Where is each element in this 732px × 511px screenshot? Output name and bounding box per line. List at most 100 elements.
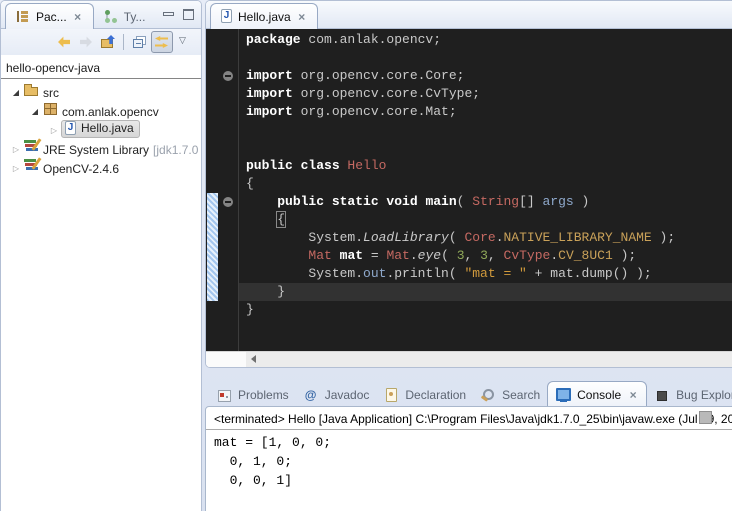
code-token: package	[246, 32, 301, 47]
folding-ruler[interactable]	[219, 29, 239, 351]
code-token: []	[519, 194, 542, 209]
tree-item-jre-system-library[interactable]: JRE System Library[jdk1.7.0	[1, 138, 201, 157]
tree-item-com-anlak-opencv[interactable]: com.anlak.opencv	[1, 100, 201, 119]
expand-twistie-icon[interactable]	[9, 141, 23, 155]
tab-declaration[interactable]: Declaration	[376, 384, 473, 406]
editor-body: package com.anlak.opencv; import org.open…	[206, 29, 732, 351]
close-icon[interactable]	[627, 388, 639, 402]
code-token: }	[246, 284, 285, 299]
code-line[interactable]	[239, 121, 732, 139]
terminate-button[interactable]	[699, 411, 712, 424]
tree-item-opencv-2-4-6[interactable]: OpenCV-2.4.6	[1, 157, 201, 176]
code-token: main	[425, 194, 456, 209]
console-output[interactable]: mat = [1, 0, 0; 0, 1, 0; 0, 0, 1]	[206, 430, 732, 490]
tab-console[interactable]: Console	[547, 381, 647, 406]
package-explorer-view: Pac... Ty... hello-opencv-java srccom.an…	[0, 0, 202, 511]
string-literal: "mat = "	[464, 266, 526, 281]
collapse-all-button[interactable]	[129, 32, 149, 52]
code-token: org.opencv.core.Core;	[293, 68, 465, 83]
collapse-twistie-icon[interactable]	[9, 84, 23, 98]
annotation-ruler[interactable]	[206, 29, 219, 351]
code-token: );	[652, 230, 675, 245]
code-token: NATIVE_LIBRARY_NAME	[504, 230, 652, 245]
code-line[interactable]: {	[239, 211, 732, 229]
code-token: )	[574, 194, 590, 209]
code-line[interactable]	[239, 139, 732, 157]
link-with-editor-button[interactable]	[151, 31, 173, 53]
console-line: 0, 0, 1]	[214, 471, 732, 490]
code-line[interactable]: import org.opencv.core.Mat;	[239, 103, 732, 121]
item-body: JRE System Library[jdk1.7.0	[23, 138, 198, 157]
expand-twistie-icon[interactable]	[9, 160, 23, 174]
horizontal-scrollbar[interactable]	[206, 351, 732, 367]
code-line[interactable]: import org.opencv.core.Core;	[239, 67, 732, 85]
code-token: org.opencv.core.Mat;	[293, 104, 457, 119]
code-token: mat	[340, 248, 363, 263]
forward-arrow-icon	[78, 34, 94, 50]
code-token: }	[246, 302, 254, 317]
code-token: System.	[246, 266, 363, 281]
tree-item-label: OpenCV-2.4.6	[43, 162, 119, 176]
tree-item-src[interactable]: src	[1, 81, 201, 100]
link-with-editor-icon	[154, 34, 170, 50]
tree-item-label: Hello.java	[81, 121, 134, 135]
tab-javadoc[interactable]: Javadoc	[296, 384, 377, 406]
eclipse-workbench: Pac... Ty... hello-opencv-java srccom.an…	[0, 0, 732, 511]
problems-icon	[216, 387, 232, 403]
code-token: System.	[246, 230, 363, 245]
tree-item-label: src	[43, 86, 59, 100]
code-token: CV_8UC1	[558, 248, 613, 263]
tree-item-label: JRE System Library	[43, 143, 149, 157]
close-icon[interactable]	[72, 10, 84, 24]
code-line[interactable]: public class Hello	[239, 157, 732, 175]
package-folder-icon	[23, 81, 39, 97]
project-root-label[interactable]: hello-opencv-java	[1, 59, 201, 79]
forward-button[interactable]	[76, 32, 96, 52]
code-line[interactable]: System.LoadLibrary( Core.NATIVE_LIBRARY_…	[239, 229, 732, 247]
go-into-icon	[100, 34, 116, 50]
code-token: import	[246, 104, 293, 119]
code-line[interactable]: import org.opencv.core.CvType;	[239, 85, 732, 103]
code-token: CvType	[504, 248, 551, 263]
fold-collapse-icon[interactable]	[223, 197, 233, 207]
minimize-icon[interactable]	[160, 6, 176, 22]
maximize-icon[interactable]	[180, 6, 196, 22]
expand-twistie-icon[interactable]	[47, 122, 61, 136]
bottom-view-stack: Problems Javadoc DeclarationSearchConsoleB…	[205, 377, 732, 511]
tab-package-explorer[interactable]: Pac...	[5, 3, 94, 29]
collapse-twistie-icon[interactable]	[28, 103, 42, 117]
code-line[interactable]: }	[239, 301, 732, 319]
type-hierarchy-icon	[103, 9, 119, 25]
tab-hello-java[interactable]: Hello.java	[210, 3, 318, 29]
tree-item-label: com.anlak.opencv	[62, 105, 159, 119]
library-icon	[23, 157, 39, 173]
scrollbar-track[interactable]	[246, 352, 732, 367]
bottom-tabstrip: Problems Javadoc DeclarationSearchConsoleB…	[205, 377, 732, 406]
code-line[interactable]: package com.anlak.opencv;	[239, 31, 732, 49]
javadoc-icon	[303, 387, 319, 403]
editor-tabstrip: Hello.java	[206, 1, 732, 29]
code-line[interactable]: }	[239, 283, 732, 301]
tab-bug-explorer[interactable]: Bug Explorer	[647, 384, 732, 406]
tab-type-hierarchy[interactable]: Ty...	[94, 6, 155, 28]
code-line[interactable]: {	[239, 175, 732, 193]
code-token: );	[613, 248, 636, 263]
view-menu-button[interactable]	[175, 32, 195, 52]
code-area[interactable]: package com.anlak.opencv; import org.open…	[239, 29, 732, 351]
code-token: {	[277, 212, 285, 227]
code-line[interactable]: Mat mat = Mat.eye( 3, 3, CvType.CV_8UC1 …	[239, 247, 732, 265]
code-token: Hello	[347, 158, 386, 173]
tab-search[interactable]: Search	[473, 384, 547, 406]
java-file-icon	[220, 9, 233, 24]
console-status-line: <terminated> Hello [Java Application] C:…	[206, 407, 732, 430]
tab-label: Javadoc	[325, 388, 370, 402]
tab-problems[interactable]: Problems	[209, 384, 296, 406]
code-line[interactable]	[239, 49, 732, 67]
back-button[interactable]	[54, 32, 74, 52]
go-into-button[interactable]	[98, 32, 118, 52]
tree-item-hello-java[interactable]: Hello.java	[1, 119, 201, 138]
fold-collapse-icon[interactable]	[223, 71, 233, 81]
close-icon[interactable]	[296, 10, 308, 24]
code-line[interactable]: System.out.println( "mat = " + mat.dump(…	[239, 265, 732, 283]
code-line[interactable]: public static void main( String[] args )	[239, 193, 732, 211]
